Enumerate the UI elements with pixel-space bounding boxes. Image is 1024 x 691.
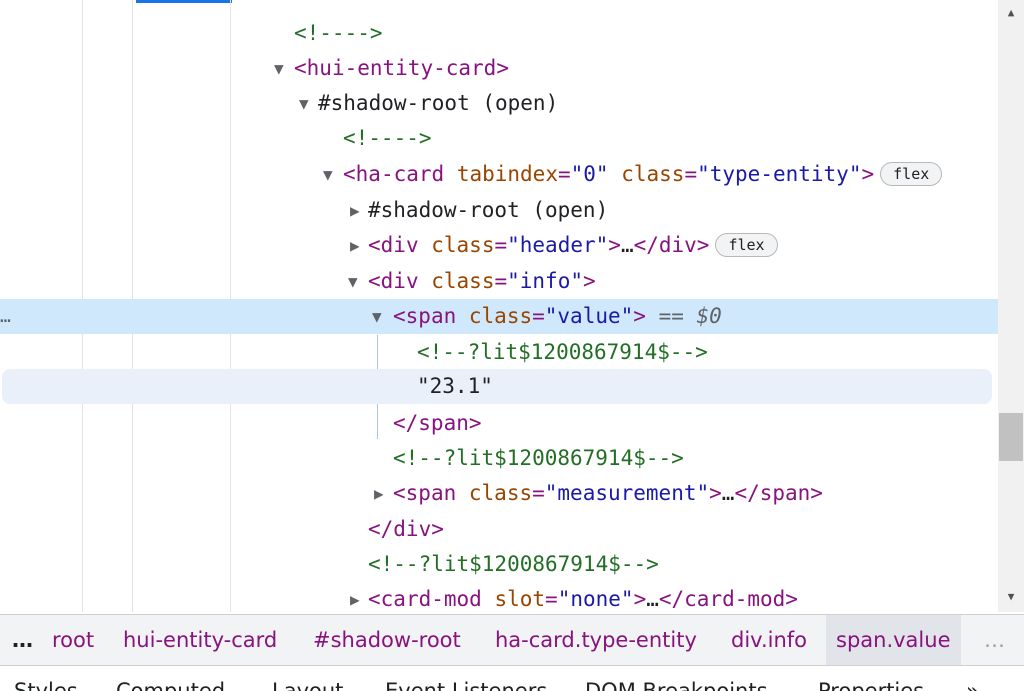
tree-scroll-indicator	[136, 0, 232, 3]
attr-name: class	[468, 481, 533, 505]
tree-scrollbar[interactable]: ▲ ▼	[998, 0, 1024, 612]
attr-name: class	[468, 304, 533, 328]
dom-node-closing-tag[interactable]: </div>	[0, 512, 998, 547]
sidebar-pane-tabs: Styles Computed Layout Event Listeners D…	[0, 665, 1024, 691]
dom-node-shadow-root[interactable]: ▶ #shadow-root (open)	[0, 193, 998, 228]
more-tabs-chevron-icon[interactable]: »	[966, 678, 979, 691]
triangle-right-icon[interactable]: ▶	[374, 476, 384, 511]
elements-dom-tree[interactable]: <!----> ▼ <hui-entity-card> ▼ #shadow-ro…	[0, 0, 998, 612]
tab-event-listeners[interactable]: Event Listeners	[385, 678, 547, 691]
dom-node-card-mod[interactable]: ▶ <card-mod slot="none">…</card-mod>	[0, 582, 998, 612]
attr-name: class	[431, 233, 495, 257]
attr-name: tabindex	[456, 162, 558, 186]
attr-name: class	[621, 162, 685, 186]
closing-tag: </span>	[734, 481, 823, 505]
breadcrumb-item[interactable]: ha-card.type-entity	[495, 615, 697, 665]
triangle-down-icon[interactable]: ▼	[348, 264, 358, 299]
dom-node-shadow-root[interactable]: ▼ #shadow-root (open)	[0, 86, 998, 121]
dom-node-comment[interactable]: <!--?lit$1200867914$-->	[0, 547, 998, 582]
attr-value: "0"	[570, 162, 609, 186]
closing-tag: </card-mod>	[658, 587, 798, 611]
tab-styles[interactable]: Styles	[14, 678, 78, 691]
collapsed-ellipsis: …	[646, 587, 659, 611]
dom-node-span-measurement[interactable]: ▶ <span class="measurement">…</span>	[0, 476, 998, 511]
dom-node-hui-entity-card[interactable]: ▼ <hui-entity-card>	[0, 51, 998, 86]
breadcrumb: … root hui-entity-card #shadow-root ha-c…	[0, 614, 1024, 665]
triangle-down-icon[interactable]: ▼	[372, 299, 382, 334]
triangle-down-icon[interactable]: ▼	[323, 157, 333, 192]
attr-value: "type-entity"	[697, 162, 862, 186]
tag-name: span	[405, 304, 457, 328]
breadcrumb-item[interactable]: hui-entity-card	[123, 615, 277, 665]
selected-node-marker: == $0	[658, 304, 722, 328]
scroll-up-arrow-icon[interactable]: ▲	[998, 6, 1024, 19]
dom-node-span-value-selected[interactable]: … ▼ <span class="value"> == $0	[0, 299, 998, 334]
tag-name: div	[380, 269, 419, 293]
tag-name: ha-card	[355, 162, 445, 186]
triangle-down-icon[interactable]: ▼	[299, 86, 309, 121]
breadcrumb-scroll-left-button[interactable]: …	[12, 615, 33, 665]
triangle-down-icon[interactable]: ▼	[274, 51, 284, 86]
tab-computed[interactable]: Computed	[116, 678, 225, 691]
attr-name: class	[431, 269, 495, 293]
dom-node-div-header[interactable]: ▶ <div class="header">…</div> flex	[0, 228, 998, 263]
attr-name: slot	[494, 587, 546, 611]
collapsed-ellipsis: …	[620, 233, 634, 257]
dom-node-text[interactable]: "23.1"	[2, 369, 992, 404]
triangle-right-icon[interactable]: ▶	[350, 582, 360, 612]
tag-name: span	[405, 481, 457, 505]
dom-node-comment[interactable]: <!---->	[0, 121, 998, 156]
breadcrumb-scroll-right-button[interactable]: …	[984, 615, 1005, 665]
dom-node-comment[interactable]: <!--?lit$1200867914$-->	[0, 335, 998, 370]
scrollbar-thumb[interactable]	[999, 413, 1023, 461]
attr-value: "header"	[507, 233, 609, 257]
breadcrumb-item-selected[interactable]: span.value	[826, 615, 961, 665]
flex-badge[interactable]: flex	[715, 233, 778, 257]
breadcrumb-item[interactable]: #shadow-root	[313, 615, 461, 665]
dom-node-closing-tag[interactable]: </span>	[0, 406, 998, 441]
closing-tag: </div>	[633, 233, 710, 257]
tag-name: div	[380, 233, 419, 257]
triangle-right-icon[interactable]: ▶	[350, 193, 360, 228]
tab-dom-breakpoints[interactable]: DOM Breakpoints	[585, 678, 768, 691]
node-actions-ellipsis-icon[interactable]: …	[0, 299, 11, 334]
tag-name: hui-entity-card	[306, 56, 497, 80]
dom-node-comment[interactable]: <!---->	[0, 16, 998, 51]
flex-badge[interactable]: flex	[880, 162, 943, 186]
tab-layout[interactable]: Layout	[272, 678, 343, 691]
dom-node-comment[interactable]: <!--?lit$1200867914$-->	[0, 441, 998, 476]
dom-node-ha-card[interactable]: ▼ <ha-card tabindex="0" class="type-enti…	[0, 157, 998, 192]
attr-value: "measurement"	[544, 481, 710, 505]
tag-name: card-mod	[380, 587, 482, 611]
dom-node-div-info[interactable]: ▼ <div class="info">	[0, 264, 998, 299]
tab-properties[interactable]: Properties	[818, 678, 924, 691]
triangle-right-icon[interactable]: ▶	[350, 228, 360, 263]
breadcrumb-item[interactable]: root	[52, 615, 94, 665]
attr-value: "none"	[557, 587, 634, 611]
collapsed-ellipsis: …	[721, 481, 735, 505]
attr-value: "info"	[507, 269, 583, 293]
attr-value: "value"	[544, 304, 634, 328]
breadcrumb-item[interactable]: div.info	[731, 615, 807, 665]
scroll-down-arrow-icon[interactable]: ▼	[998, 590, 1024, 603]
